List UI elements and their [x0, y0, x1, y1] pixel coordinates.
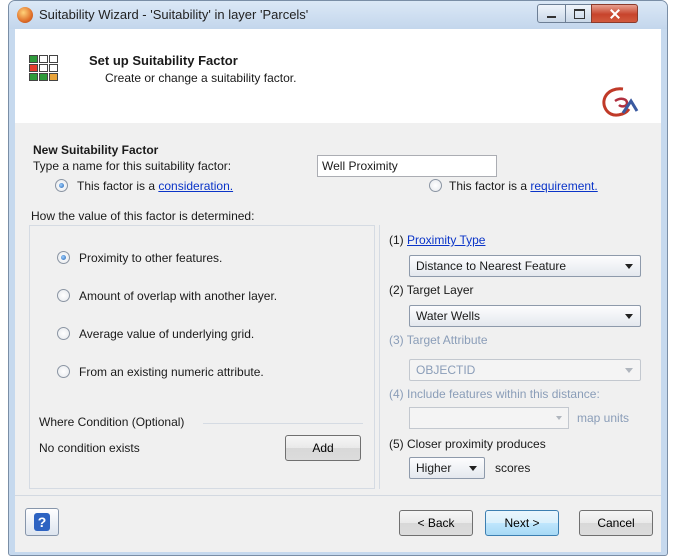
- grid-average-option-label: Average value of underlying grid.: [79, 327, 255, 341]
- next-button[interactable]: Next >: [485, 510, 559, 536]
- suitability-grid-icon: [29, 55, 67, 87]
- closer-proximity-select[interactable]: Higher: [409, 457, 485, 479]
- proximity-type-number: (1): [389, 233, 407, 247]
- minimize-button[interactable]: [537, 4, 566, 23]
- header-title: Set up Suitability Factor: [89, 53, 238, 68]
- where-condition-status: No condition exists: [39, 441, 140, 455]
- chevron-down-icon: [625, 368, 633, 373]
- numeric-attribute-option-label: From an existing numeric attribute.: [79, 365, 264, 379]
- wizard-footer: ? < Back Next > Cancel: [15, 495, 661, 552]
- chevron-down-icon: [625, 314, 633, 319]
- target-attribute-select: OBJECTID: [409, 359, 641, 381]
- overlap-radio[interactable]: [57, 289, 70, 302]
- help-button[interactable]: ?: [25, 508, 59, 536]
- consideration-text: This factor is a: [77, 179, 159, 193]
- title-bar[interactable]: Suitability Wizard - 'Suitability' in la…: [9, 1, 667, 29]
- chevron-down-icon: [556, 416, 562, 420]
- window-title: Suitability Wizard - 'Suitability' in la…: [39, 7, 309, 22]
- back-button[interactable]: < Back: [399, 510, 473, 536]
- target-layer-value: Water Wells: [416, 309, 481, 323]
- consideration-option: This factor is a consideration.: [77, 179, 233, 193]
- proximity-option-label: Proximity to other features.: [79, 251, 223, 265]
- wizard-window: Suitability Wizard - 'Suitability' in la…: [8, 0, 668, 556]
- requirement-text: This factor is a: [449, 179, 531, 193]
- proximity-type-link[interactable]: Proximity Type: [407, 233, 485, 247]
- panel-divider: [379, 225, 380, 489]
- section-title: New Suitability Factor: [33, 143, 159, 157]
- chevron-down-icon: [469, 466, 477, 471]
- include-distance-input: [409, 407, 569, 429]
- proximity-type-value: Distance to Nearest Feature: [416, 259, 567, 273]
- grid-average-radio[interactable]: [57, 327, 70, 340]
- header-subtitle: Create or change a suitability factor.: [105, 71, 297, 85]
- where-divider: [203, 423, 363, 424]
- add-condition-button[interactable]: Add: [285, 435, 361, 461]
- target-attribute-value: OBJECTID: [416, 363, 476, 377]
- include-distance-label: (4) Include features within this distanc…: [389, 387, 600, 401]
- app-icon: [17, 7, 33, 23]
- numeric-attribute-radio[interactable]: [57, 365, 70, 378]
- maximize-button[interactable]: [565, 4, 592, 23]
- target-layer-label: (2) Target Layer: [389, 283, 474, 297]
- cancel-button[interactable]: Cancel: [579, 510, 653, 536]
- factor-name-label: Type a name for this suitability factor:: [33, 159, 232, 173]
- factor-name-input[interactable]: Well Proximity: [317, 155, 497, 177]
- requirement-option: This factor is a requirement.: [449, 179, 598, 193]
- wizard-header: Set up Suitability Factor Create or chan…: [15, 29, 661, 124]
- brand-logo-icon: [602, 87, 639, 117]
- proximity-radio[interactable]: [57, 251, 70, 264]
- help-icon: ?: [34, 513, 50, 531]
- target-layer-select[interactable]: Water Wells: [409, 305, 641, 327]
- consideration-radio[interactable]: [55, 179, 68, 192]
- chevron-down-icon: [625, 264, 633, 269]
- target-attribute-label: (3) Target Attribute: [389, 333, 488, 347]
- close-button[interactable]: [591, 4, 638, 23]
- consideration-link[interactable]: consideration.: [158, 179, 233, 193]
- closer-proximity-value: Higher: [416, 461, 452, 475]
- requirement-link[interactable]: requirement.: [530, 179, 597, 193]
- overlap-option-label: Amount of overlap with another layer.: [79, 289, 278, 303]
- determination-legend: How the value of this factor is determin…: [31, 209, 259, 223]
- closer-proximity-label: (5) Closer proximity produces: [389, 437, 546, 451]
- wizard-content: New Suitability Factor Type a name for t…: [15, 123, 661, 495]
- proximity-type-label: (1) Proximity Type: [389, 233, 485, 247]
- scores-label: scores: [495, 461, 531, 475]
- proximity-type-select[interactable]: Distance to Nearest Feature: [409, 255, 641, 277]
- where-condition-legend: Where Condition (Optional): [39, 415, 185, 429]
- requirement-radio[interactable]: [429, 179, 442, 192]
- map-units-label: map units: [577, 411, 630, 425]
